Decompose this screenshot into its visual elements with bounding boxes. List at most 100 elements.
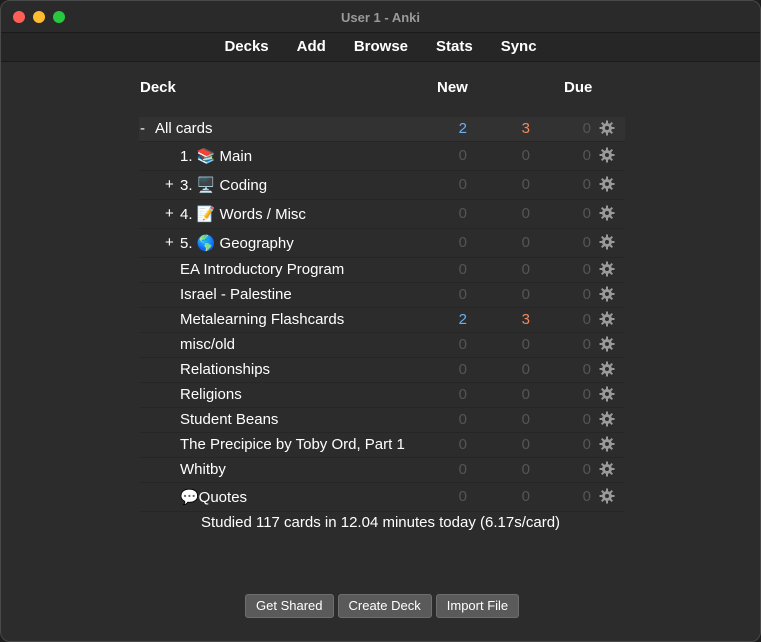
gear-icon[interactable]	[599, 411, 615, 427]
toolbar-sync[interactable]: Sync	[501, 33, 537, 61]
deck-count-new: 2	[458, 311, 467, 328]
collapse-toggle[interactable]: -	[140, 120, 145, 137]
window-title: User 1 - Anki	[341, 10, 420, 25]
gear-icon[interactable]	[599, 461, 615, 477]
deck-count-new: 2	[458, 120, 467, 137]
deck-row[interactable]: Metalearning Flashcards 2 3 0	[139, 308, 625, 333]
anki-window: User 1 - Anki Decks Add Browse Stats Syn…	[0, 0, 761, 642]
deck-count-due: 0	[582, 311, 591, 328]
gear-icon[interactable]	[599, 386, 615, 402]
deck-row[interactable]: +5. 🌎 Geography 0 0 0	[139, 229, 625, 258]
deck-row[interactable]: +4. 📝 Words / Misc 0 0 0	[139, 200, 625, 229]
deck-row[interactable]: misc/old 0 0 0	[139, 333, 625, 358]
toolbar-decks[interactable]: Decks	[224, 33, 268, 61]
column-header-due: Due	[564, 79, 593, 96]
gear-icon[interactable]	[599, 488, 615, 504]
deck-name-link[interactable]: Religions	[180, 386, 242, 403]
expand-toggle[interactable]: +	[165, 205, 174, 222]
deck-count-new: 0	[458, 205, 467, 222]
deck-row[interactable]: Student Beans 0 0 0	[139, 408, 625, 433]
get-shared-button[interactable]: Get Shared	[245, 594, 334, 618]
deck-count-due: 0	[582, 176, 591, 193]
deck-row[interactable]: 💬Quotes 0 0 0	[139, 483, 625, 512]
gear-icon[interactable]	[599, 436, 615, 452]
study-summary: Studied 117 cards in 12.04 minutes today…	[200, 514, 561, 531]
deck-count-learn: 0	[521, 361, 530, 378]
deck-name-link[interactable]: 4. 📝 Words / Misc	[180, 205, 306, 223]
deck-count-learn: 0	[521, 205, 530, 222]
deck-count-learn: 0	[521, 286, 530, 303]
expand-toggle[interactable]: +	[165, 176, 174, 193]
deck-row[interactable]: +3. 🖥️ Coding 0 0 0	[139, 171, 625, 200]
column-header-deck: Deck	[140, 79, 176, 96]
deck-count-new: 0	[458, 436, 467, 453]
deck-count-learn: 3	[521, 311, 530, 328]
deck-row[interactable]: - All cards 2 3 0	[139, 117, 625, 142]
bottom-button-bar: Get Shared Create Deck Import File	[245, 594, 520, 618]
gear-icon[interactable]	[599, 261, 615, 277]
deck-count-learn: 0	[521, 261, 530, 278]
deck-row[interactable]: The Precipice by Toby Ord, Part 1 0 0 0	[139, 433, 625, 458]
toolbar-stats[interactable]: Stats	[436, 33, 473, 61]
deck-row[interactable]: 1. 📚 Main 0 0 0	[139, 142, 625, 171]
gear-icon[interactable]	[599, 147, 615, 163]
toolbar-browse[interactable]: Browse	[354, 33, 408, 61]
deck-row[interactable]: EA Introductory Program 0 0 0	[139, 258, 625, 283]
deck-name-link[interactable]: 5. 🌎 Geography	[180, 234, 294, 252]
deck-name-link[interactable]: Student Beans	[180, 411, 278, 428]
deck-count-new: 0	[458, 176, 467, 193]
deck-count-due: 0	[582, 205, 591, 222]
deck-name-link[interactable]: EA Introductory Program	[180, 261, 344, 278]
deck-name-link[interactable]: Whitby	[180, 461, 226, 478]
gear-icon[interactable]	[599, 311, 615, 327]
deck-count-due: 0	[582, 461, 591, 478]
import-file-button[interactable]: Import File	[435, 594, 520, 618]
deck-name-link[interactable]: Relationships	[180, 361, 270, 378]
deck-name-link[interactable]: 1. 📚 Main	[180, 147, 252, 165]
deck-row[interactable]: Whitby 0 0 0	[139, 458, 625, 483]
deck-count-due: 0	[582, 286, 591, 303]
deck-name-link[interactable]: 💬Quotes	[180, 488, 247, 506]
create-deck-button[interactable]: Create Deck	[337, 594, 432, 618]
deck-count-new: 0	[458, 286, 467, 303]
deck-name-link[interactable]: misc/old	[180, 336, 235, 353]
deck-count-new: 0	[458, 488, 467, 505]
deck-name-link[interactable]: All cards	[155, 120, 213, 137]
deck-count-due: 0	[582, 120, 591, 137]
deck-list: - All cards 2 3 0 1. 📚 Main 0 0 0 +3. 🖥️ Coding 0 0…	[139, 117, 625, 512]
gear-icon[interactable]	[599, 205, 615, 221]
gear-icon[interactable]	[599, 120, 615, 136]
deck-name-link[interactable]: 3. 🖥️ Coding	[180, 176, 267, 194]
deck-name-link[interactable]: Metalearning Flashcards	[180, 311, 344, 328]
deck-name-link[interactable]: The Precipice by Toby Ord, Part 1	[180, 436, 405, 453]
deck-row[interactable]: Relationships 0 0 0	[139, 358, 625, 383]
gear-icon[interactable]	[599, 361, 615, 377]
toolbar-add[interactable]: Add	[297, 33, 326, 61]
deck-count-due: 0	[582, 147, 591, 164]
deck-count-due: 0	[582, 261, 591, 278]
expand-toggle[interactable]: +	[165, 234, 174, 251]
deck-count-learn: 0	[521, 461, 530, 478]
gear-icon[interactable]	[599, 176, 615, 192]
deck-count-due: 0	[582, 234, 591, 251]
deck-row[interactable]: Religions 0 0 0	[139, 383, 625, 408]
deck-count-learn: 0	[521, 488, 530, 505]
deck-count-new: 0	[458, 461, 467, 478]
deck-count-learn: 3	[521, 120, 530, 137]
deck-count-due: 0	[582, 411, 591, 428]
deck-count-new: 0	[458, 386, 467, 403]
deck-row[interactable]: Israel - Palestine 0 0 0	[139, 283, 625, 308]
gear-icon[interactable]	[599, 336, 615, 352]
deck-count-learn: 0	[521, 147, 530, 164]
gear-icon[interactable]	[599, 286, 615, 302]
gear-icon[interactable]	[599, 234, 615, 250]
deck-count-due: 0	[582, 361, 591, 378]
deck-count-due: 0	[582, 436, 591, 453]
top-toolbar: Decks Add Browse Stats Sync	[1, 33, 760, 62]
deck-name-link[interactable]: Israel - Palestine	[180, 286, 292, 303]
deck-count-new: 0	[458, 261, 467, 278]
deck-count-new: 0	[458, 147, 467, 164]
deck-count-new: 0	[458, 336, 467, 353]
deck-count-due: 0	[582, 386, 591, 403]
deck-count-due: 0	[582, 488, 591, 505]
